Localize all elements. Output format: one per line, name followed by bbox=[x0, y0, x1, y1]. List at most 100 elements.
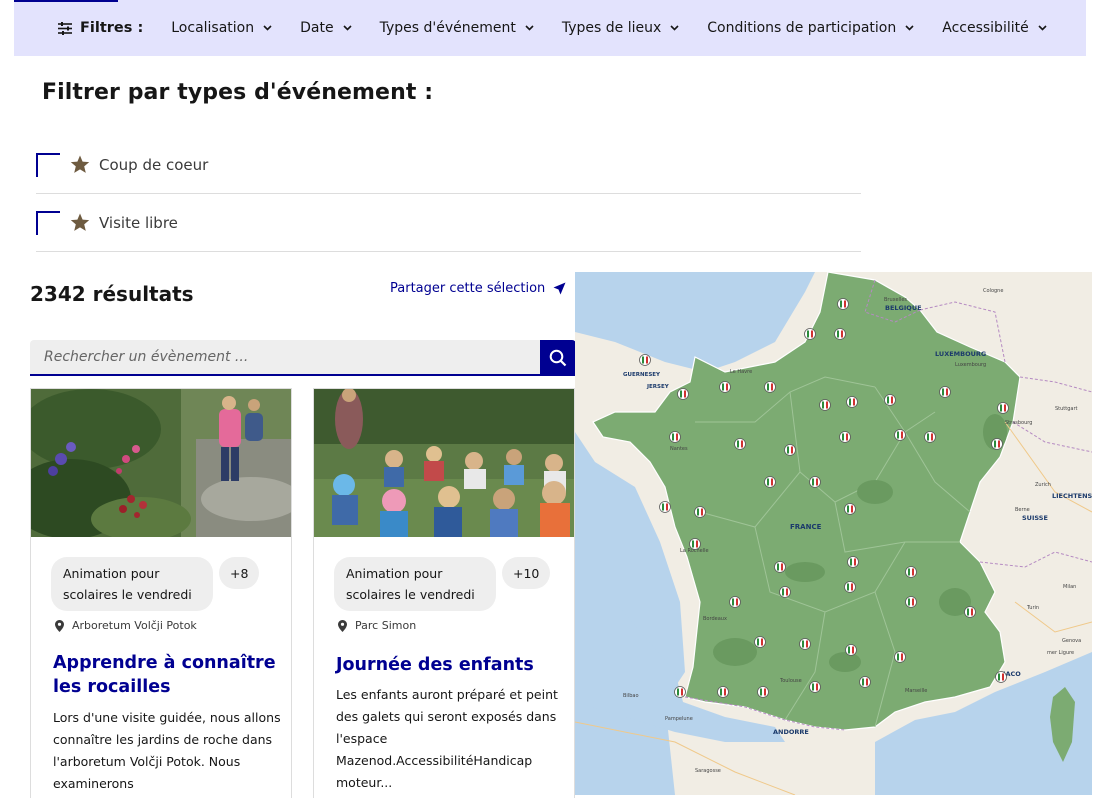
map-marker-icon[interactable] bbox=[839, 431, 851, 443]
card-tags: Animation pour scolaires le vendredi +8 bbox=[51, 557, 260, 611]
location-pin-icon bbox=[55, 619, 64, 632]
filter-label: Conditions de participation bbox=[707, 20, 897, 36]
events-map[interactable]: BELGIQUE LUXEMBOURG GUERNESEY JERSEY FRA… bbox=[575, 272, 1092, 795]
send-icon bbox=[553, 282, 566, 295]
map-label-city: Milan bbox=[1063, 584, 1076, 590]
map-marker-icon[interactable] bbox=[677, 388, 689, 400]
map-label-city: Nantes bbox=[670, 446, 688, 452]
map-marker-icon[interactable] bbox=[834, 328, 846, 340]
checkbox[interactable] bbox=[36, 210, 60, 235]
map-marker-icon[interactable] bbox=[819, 399, 831, 411]
location-name: Parc Simon bbox=[355, 619, 417, 632]
types-filter-title: Filtrer par types d'événement : bbox=[42, 80, 434, 105]
map-marker-icon[interactable] bbox=[809, 681, 821, 693]
filter-label: Date bbox=[300, 20, 334, 36]
map-label-city: Berne bbox=[1015, 507, 1030, 513]
filter-label: Localisation bbox=[171, 20, 255, 36]
map-marker-icon[interactable] bbox=[694, 506, 706, 518]
chevron-down-icon bbox=[905, 25, 914, 31]
search-icon bbox=[549, 349, 567, 367]
filter-types-evenement[interactable]: Types d'événement bbox=[380, 20, 534, 36]
map-marker-icon[interactable] bbox=[894, 429, 906, 441]
map-marker-icon[interactable] bbox=[659, 501, 671, 513]
star-icon bbox=[70, 213, 90, 232]
map-marker-icon[interactable] bbox=[674, 686, 686, 698]
map-marker-icon[interactable] bbox=[764, 476, 776, 488]
map-marker-icon[interactable] bbox=[719, 381, 731, 393]
map-marker-icon[interactable] bbox=[734, 438, 746, 450]
map-marker-icon[interactable] bbox=[779, 586, 791, 598]
map-marker-icon[interactable] bbox=[799, 638, 811, 650]
map-label-city: mer Ligure bbox=[1047, 650, 1074, 656]
map-label-city: Le Havre bbox=[730, 369, 752, 375]
card-title[interactable]: Journée des enfants bbox=[336, 653, 562, 677]
map-marker-icon[interactable] bbox=[845, 644, 857, 656]
map-marker-icon[interactable] bbox=[774, 561, 786, 573]
results-count: 2342 résultats bbox=[30, 282, 194, 306]
map-marker-icon[interactable] bbox=[837, 298, 849, 310]
map-label-city: Toulouse bbox=[779, 678, 802, 684]
card-location: Arboretum Volčji Potok bbox=[55, 619, 197, 632]
map-marker-icon[interactable] bbox=[809, 476, 821, 488]
map-marker-icon[interactable] bbox=[939, 386, 951, 398]
event-photo-children bbox=[314, 389, 574, 537]
filter-conditions[interactable]: Conditions de participation bbox=[707, 20, 914, 36]
share-selection-link[interactable]: Partager cette sélection bbox=[390, 281, 566, 296]
option-label: Visite libre bbox=[99, 213, 178, 232]
search-input[interactable] bbox=[30, 340, 540, 376]
search-button[interactable] bbox=[540, 340, 576, 376]
card-tags: Animation pour scolaires le vendredi +10 bbox=[334, 557, 551, 611]
map-label-city: Marseille bbox=[905, 688, 927, 694]
map-marker-icon[interactable] bbox=[964, 606, 976, 618]
event-card[interactable]: Animation pour scolaires le vendredi +10… bbox=[313, 388, 575, 798]
option-visite-libre[interactable]: Visite libre bbox=[36, 194, 861, 252]
map-marker-icon[interactable] bbox=[844, 503, 856, 515]
map-marker-icon[interactable] bbox=[764, 381, 776, 393]
more-tags-badge[interactable]: +8 bbox=[219, 557, 260, 589]
map-marker-icon[interactable] bbox=[846, 396, 858, 408]
map-label-city: Strasbourg bbox=[1005, 420, 1032, 426]
map-marker-icon[interactable] bbox=[991, 438, 1003, 450]
map-marker-icon[interactable] bbox=[894, 651, 906, 663]
map-marker-icon[interactable] bbox=[689, 538, 701, 550]
map-marker-icon[interactable] bbox=[784, 444, 796, 456]
map-marker-icon[interactable] bbox=[997, 402, 1009, 414]
map-marker-icon[interactable] bbox=[905, 596, 917, 608]
sliders-icon bbox=[58, 21, 72, 35]
map-marker-icon[interactable] bbox=[905, 566, 917, 578]
map-marker-icon[interactable] bbox=[757, 686, 769, 698]
map-label-belgique: BELGIQUE bbox=[885, 304, 922, 312]
map-marker-icon[interactable] bbox=[754, 636, 766, 648]
map-marker-icon[interactable] bbox=[844, 581, 856, 593]
map-marker-icon[interactable] bbox=[924, 431, 936, 443]
location-pin-icon bbox=[338, 619, 347, 632]
map-marker-icon[interactable] bbox=[847, 556, 859, 568]
more-tags-badge[interactable]: +10 bbox=[502, 557, 551, 589]
filter-date[interactable]: Date bbox=[300, 20, 352, 36]
share-label: Partager cette sélection bbox=[390, 281, 546, 296]
chevron-down-icon bbox=[525, 25, 534, 31]
filter-bar: Filtres : Localisation Date Types d'évén… bbox=[14, 0, 1086, 56]
map-marker-icon[interactable] bbox=[717, 686, 729, 698]
filter-types-lieux[interactable]: Types de lieux bbox=[562, 20, 679, 36]
option-coup-de-coeur[interactable]: Coup de coeur bbox=[36, 136, 861, 194]
map-label-city: Genova bbox=[1062, 638, 1081, 644]
map-marker-icon[interactable] bbox=[669, 431, 681, 443]
filter-label: Types de lieux bbox=[561, 20, 662, 36]
map-marker-icon[interactable] bbox=[995, 671, 1007, 683]
map-marker-icon[interactable] bbox=[639, 354, 651, 366]
map-marker-icon[interactable] bbox=[859, 676, 871, 688]
event-card[interactable]: Animation pour scolaires le vendredi +8 … bbox=[30, 388, 292, 798]
map-label-luxembourg: LUXEMBOURG bbox=[935, 350, 986, 358]
map-marker-icon[interactable] bbox=[729, 596, 741, 608]
filters-label-text: Filtres : bbox=[80, 20, 144, 36]
checkbox[interactable] bbox=[36, 152, 60, 177]
map-label-city: Bilbao bbox=[623, 693, 639, 699]
filter-localisation[interactable]: Localisation bbox=[171, 20, 272, 36]
tag-badge: Animation pour scolaires le vendredi bbox=[334, 557, 496, 611]
card-title[interactable]: Apprendre à connaître les rocailles bbox=[53, 651, 279, 699]
map-marker-icon[interactable] bbox=[804, 328, 816, 340]
filter-accessibilite[interactable]: Accessibilité bbox=[942, 20, 1047, 36]
map-label-city: Cologne bbox=[983, 288, 1003, 294]
map-marker-icon[interactable] bbox=[884, 394, 896, 406]
